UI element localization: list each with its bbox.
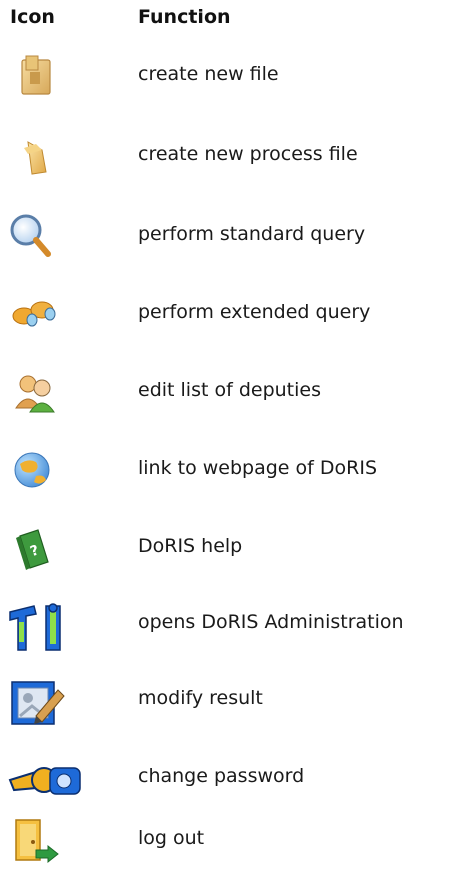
admin-tools-icon (6, 600, 66, 660)
deputies-icon (6, 368, 66, 428)
magnifier-icon (6, 212, 66, 272)
row-label: change password (138, 765, 305, 787)
row-label: opens DoRIS Administration (138, 611, 404, 633)
row-label: create new file (138, 63, 279, 85)
row-label: perform extended query (138, 301, 371, 323)
new-process-file-icon (6, 132, 66, 192)
row-label: perform standard query (138, 223, 366, 245)
table-row: opens DoRIS Administration (0, 600, 467, 670)
key-icon (6, 754, 86, 814)
header-icon-column: Icon (10, 6, 55, 28)
table-header: Icon Function (0, 6, 467, 36)
help-book-icon: ? (6, 524, 66, 584)
row-label: create new process file (138, 143, 358, 165)
row-label: edit list of deputies (138, 379, 321, 401)
table-row: link to webpage of DoRIS (0, 446, 467, 516)
header-function-column: Function (138, 6, 231, 28)
modify-result-icon (6, 676, 66, 736)
binoculars-icon (6, 290, 66, 350)
row-label: DoRIS help (138, 535, 243, 557)
table-row: change password (0, 754, 467, 824)
globe-icon (6, 446, 66, 506)
table-row: log out (0, 816, 467, 886)
icon-function-table: Icon Function create new file create new… (0, 0, 467, 869)
logout-door-icon (6, 816, 66, 876)
new-file-icon (6, 52, 66, 112)
table-row: modify result (0, 676, 467, 746)
table-row: perform extended query (0, 290, 467, 360)
table-row: create new file (0, 52, 467, 122)
table-row: create new process file (0, 132, 467, 202)
row-label: modify result (138, 687, 263, 709)
table-row: edit list of deputies (0, 368, 467, 438)
table-row: ? DoRIS help (0, 524, 467, 594)
row-label: link to webpage of DoRIS (138, 457, 378, 479)
table-row: perform standard query (0, 212, 467, 282)
row-label: log out (138, 827, 205, 849)
